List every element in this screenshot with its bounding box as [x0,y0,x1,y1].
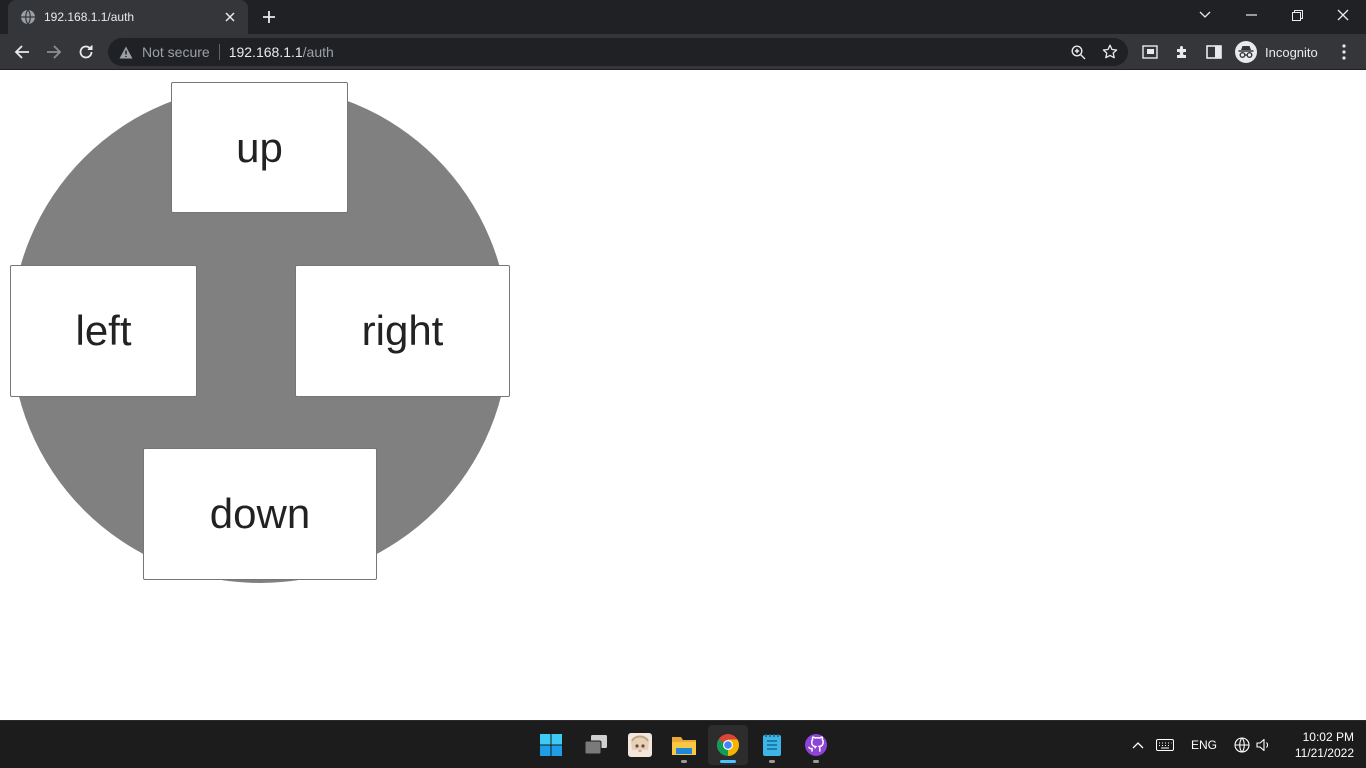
running-indicator [769,760,775,763]
browser-toolbar: Not secure 192.168.1.1/auth Incognito [0,34,1366,70]
file-explorer-icon[interactable] [664,725,704,765]
task-view-icon[interactable] [576,725,616,765]
github-desktop-icon[interactable] [796,725,836,765]
tab-auth[interactable]: 192.168.1.1/auth [8,0,248,34]
menu-kebab-icon[interactable] [1330,38,1358,66]
side-panel-icon[interactable] [1200,38,1228,66]
running-indicator [637,760,643,763]
close-window-icon[interactable] [1320,0,1366,30]
language-indicator[interactable]: ENG [1186,733,1222,757]
taskbar: ENG 10:02 PM 11/21/2022 [0,720,1366,768]
incognito-icon [1235,41,1257,63]
restore-icon[interactable] [1274,0,1320,30]
bookmark-star-icon[interactable] [1102,44,1118,60]
anime-app-icon[interactable] [620,725,660,765]
security-status[interactable]: Not secure [142,44,210,60]
network-globe-icon[interactable] [1232,733,1252,757]
back-icon[interactable] [8,38,36,66]
tab-search-icon[interactable] [1182,0,1228,30]
up-button[interactable]: up [171,82,348,213]
zoom-icon[interactable] [1070,44,1086,60]
address-bar[interactable]: Not secure 192.168.1.1/auth [108,38,1128,66]
url-separator [218,44,220,60]
url-path[interactable]: /auth [303,44,334,60]
media-control-icon[interactable] [1136,38,1164,66]
active-indicator [720,760,736,763]
running-indicator [681,760,687,763]
globe-icon [20,9,36,25]
tab-title: 192.168.1.1/auth [44,10,135,24]
volume-icon[interactable] [1254,733,1274,757]
chrome-icon[interactable] [708,725,748,765]
tab-strip: 192.168.1.1/auth [0,0,1366,34]
clock[interactable]: 10:02 PM 11/21/2022 [1282,729,1354,761]
right-button[interactable]: right [295,265,510,397]
keyboard-icon[interactable] [1154,733,1176,757]
start-icon[interactable] [531,725,571,765]
clock-date: 11/21/2022 [1294,746,1354,760]
chevron-up-icon[interactable] [1128,733,1148,757]
reload-icon[interactable] [72,38,100,66]
forward-icon[interactable] [40,38,68,66]
url-host[interactable]: 192.168.1.1 [229,44,303,60]
incognito-label: Incognito [1265,44,1318,60]
close-tab-icon[interactable] [222,9,238,25]
notepad-icon[interactable] [752,725,792,765]
minimize-icon[interactable] [1228,0,1274,30]
page-content: up left right down [0,71,1366,720]
down-button[interactable]: down [143,448,377,580]
clock-time: 10:02 PM [1302,730,1354,744]
new-tab-button[interactable] [258,6,280,28]
warning-icon[interactable] [118,44,134,60]
left-button[interactable]: left [10,265,197,397]
incognito-profile-button[interactable]: Incognito [1233,38,1326,66]
running-indicator [813,760,819,763]
extensions-icon[interactable] [1168,38,1196,66]
